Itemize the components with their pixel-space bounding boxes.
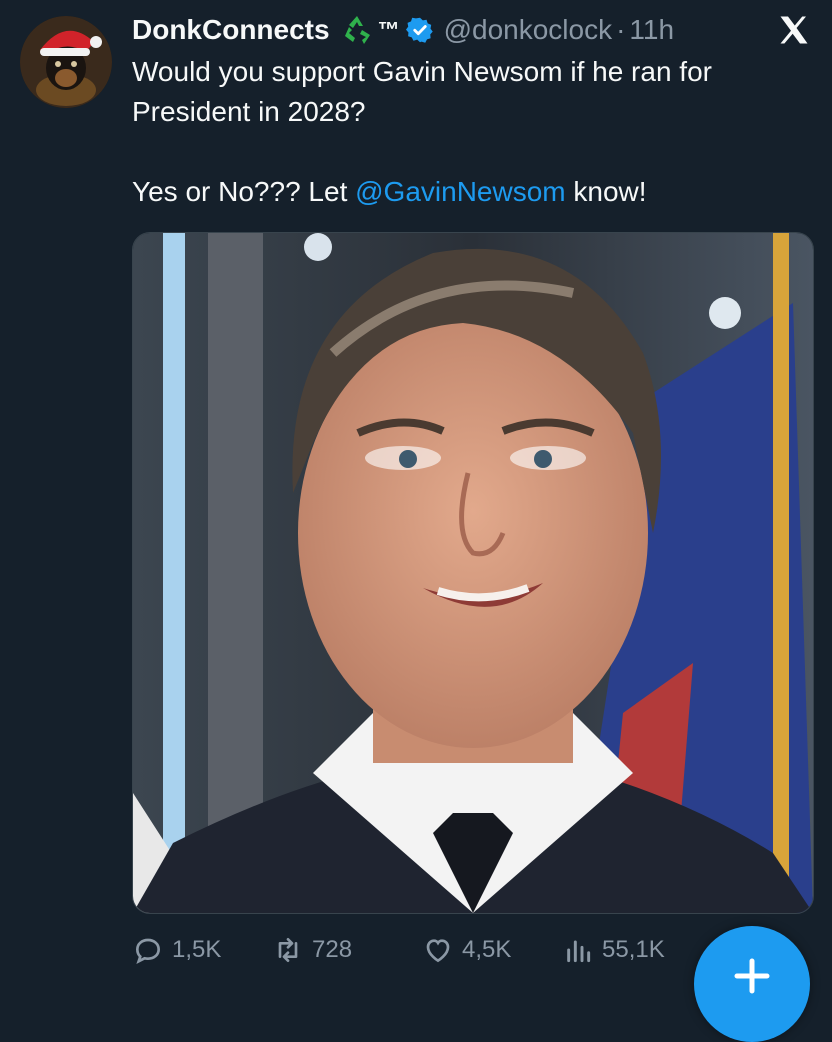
recycle-icon [340, 13, 374, 47]
heart-icon [426, 939, 450, 963]
views-icon [567, 940, 591, 963]
tweet-text-suffix: know! [565, 176, 647, 207]
repost-icon [278, 938, 298, 962]
reply-icon [135, 938, 161, 965]
reply-button[interactable]: 1,5K [132, 934, 272, 966]
views-button[interactable]: 55,1K [562, 934, 702, 966]
mention-link[interactable]: @GavinNewsom [355, 176, 565, 207]
compose-button[interactable] [694, 926, 810, 1042]
tweet-text-prefix: Yes or No??? Let [132, 176, 356, 207]
plus-icon [734, 958, 770, 994]
tweet-text-line-2: Yes or No??? Let @GavinNewsom know! [132, 172, 812, 212]
tweet-header: DonkConnects ™ @donkoclock · 11h [132, 8, 812, 52]
reply-count: 1,5K [172, 936, 222, 963]
avatar[interactable] [20, 16, 112, 108]
tweet-photo[interactable] [132, 232, 814, 914]
like-button[interactable]: 4,5K [422, 934, 562, 966]
views-count: 55,1K [602, 936, 665, 963]
tweet-text-line-1: Would you support Gavin Newsom if he ran… [132, 56, 712, 127]
display-name[interactable]: DonkConnects [132, 14, 330, 46]
timestamp[interactable]: 11h [629, 14, 674, 46]
repost-button[interactable]: 728 [272, 934, 422, 966]
tweet-text: Would you support Gavin Newsom if he ran… [132, 52, 812, 212]
trademark-symbol: ™ [377, 17, 400, 42]
x-logo-icon[interactable] [776, 12, 812, 53]
user-handle[interactable]: @donkoclock [444, 14, 613, 46]
repost-count: 728 [312, 936, 353, 963]
verified-badge-icon [405, 16, 434, 44]
separator-dot: · [616, 14, 626, 45]
like-count: 4,5K [462, 936, 512, 963]
